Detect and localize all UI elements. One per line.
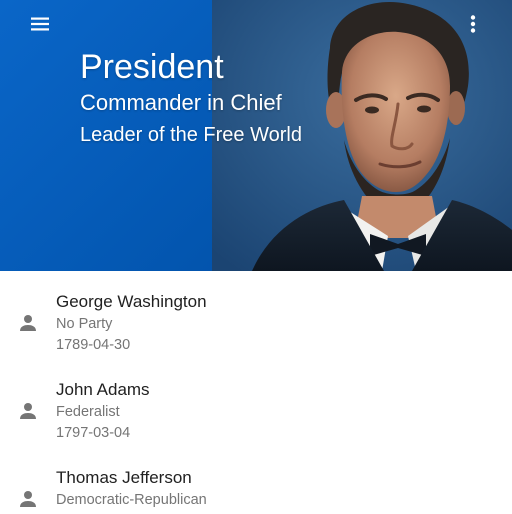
president-date: 1797-03-04 <box>56 425 131 441</box>
president-name: John Adams <box>56 380 150 399</box>
app-header: President Commander in Chief Leader of t… <box>0 0 512 271</box>
list-item-president[interactable]: Thomas Jefferson Democratic-Republican <box>0 447 512 514</box>
president-list: George Washington No Party 1789-04-30 Jo… <box>0 271 512 514</box>
list-item-president[interactable]: George Washington No Party 1789-04-30 <box>0 271 512 359</box>
president-party: Federalist <box>56 404 120 420</box>
person-icon <box>20 315 36 331</box>
more-vert-icon <box>470 15 476 33</box>
menu-button[interactable] <box>24 8 56 40</box>
header-subtitle-commander: Commander in Chief <box>80 90 282 115</box>
menu-icon <box>31 17 49 31</box>
header-titles: President Commander in Chief Leader of t… <box>80 46 302 150</box>
header-subtitle-leader: Leader of the Free World <box>80 124 302 146</box>
president-party: Democratic-Republican <box>56 492 207 508</box>
list-item-text: John Adams Federalist 1797-03-04 <box>56 379 150 444</box>
app-root: President Commander in Chief Leader of t… <box>0 0 512 514</box>
list-item-text: Thomas Jefferson Democratic-Republican <box>56 467 207 511</box>
list-item-text: George Washington No Party 1789-04-30 <box>56 291 207 356</box>
president-name: Thomas Jefferson <box>56 468 192 487</box>
header-title: President <box>80 48 224 86</box>
person-icon <box>20 491 36 507</box>
list-item-president[interactable]: John Adams Federalist 1797-03-04 <box>0 359 512 447</box>
president-name: George Washington <box>56 292 207 311</box>
person-icon <box>20 403 36 419</box>
more-options-button[interactable] <box>458 8 488 40</box>
president-party: No Party <box>56 316 113 332</box>
president-date: 1789-04-30 <box>56 337 131 353</box>
